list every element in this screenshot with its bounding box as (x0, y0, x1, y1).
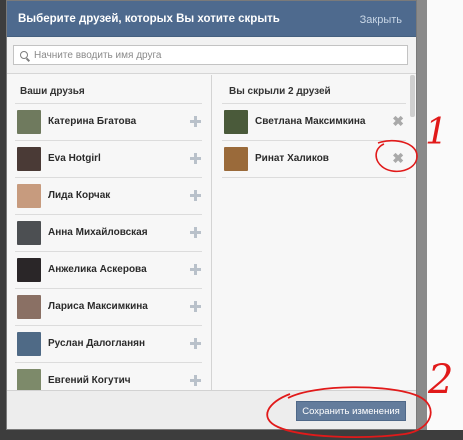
scrollbar[interactable] (410, 75, 415, 117)
friend-row[interactable]: Лариса Максимкина (15, 289, 202, 326)
avatar (17, 369, 41, 391)
add-plus-icon[interactable] (190, 338, 201, 349)
friend-name: Катерина Бгатова (48, 116, 137, 127)
dialog-title: Выберите друзей, которых Вы хотите скрыт… (18, 13, 280, 25)
dialog-footer: Сохранить изменения (7, 390, 416, 429)
hidden-friend-name: Ринат Халиков (255, 153, 329, 164)
avatar (224, 147, 248, 171)
add-plus-icon[interactable] (190, 375, 201, 386)
search-input[interactable]: Начните вводить имя друга (13, 45, 408, 65)
friend-row[interactable]: Лида Корчак (15, 178, 202, 215)
add-plus-icon[interactable] (190, 301, 201, 312)
hidden-friend-row[interactable]: Ринат Халиков ✖ (222, 141, 406, 178)
add-plus-icon[interactable] (190, 190, 201, 201)
page-backdrop-bottom (0, 430, 463, 440)
hidden-friend-name: Светлана Максимкина (255, 116, 366, 127)
hidden-heading: Вы скрыли 2 друзей (229, 86, 331, 97)
friend-name: Анна Михайловская (48, 227, 148, 238)
search-placeholder: Начните вводить имя друга (34, 50, 162, 61)
save-changes-button[interactable]: Сохранить изменения (296, 401, 406, 421)
avatar (17, 221, 41, 245)
friends-list: Катерина Бгатова Eva Hotgirl Лида Корчак Ан… (15, 103, 202, 391)
avatar (17, 147, 41, 171)
hidden-friends-column: Вы скрыли 2 друзей Светлана Максимкина ✖ Р… (213, 75, 416, 391)
avatar (17, 258, 41, 282)
dialog-header: Выберите друзей, которых Вы хотите скрыт… (7, 1, 416, 37)
avatar (17, 110, 41, 134)
friend-name: Лариса Максимкина (48, 301, 148, 312)
friend-name: Eva Hotgirl (48, 153, 101, 164)
friend-row[interactable]: Анна Михайловская (15, 215, 202, 252)
remove-x-icon[interactable]: ✖ (392, 114, 404, 128)
friend-name: Анжелика Аскерова (48, 264, 147, 275)
search-bar: Начните вводить имя друга (7, 37, 416, 74)
friend-name: Евгений Когутич (48, 375, 131, 386)
add-plus-icon[interactable] (190, 227, 201, 238)
friend-row[interactable]: Анжелика Аскерова (15, 252, 202, 289)
hide-friends-dialog: Выберите друзей, которых Вы хотите скрыт… (6, 0, 417, 430)
friends-heading: Ваши друзья (20, 86, 85, 97)
add-plus-icon[interactable] (190, 116, 201, 127)
add-plus-icon[interactable] (190, 153, 201, 164)
avatar (224, 110, 248, 134)
friend-name: Руслан Далогланян (48, 338, 146, 349)
friend-name: Лида Корчак (48, 190, 111, 201)
search-icon (20, 51, 28, 59)
friend-row[interactable]: Катерина Бгатова (15, 104, 202, 141)
remove-x-icon[interactable]: ✖ (392, 151, 404, 165)
avatar (17, 184, 41, 208)
friend-row[interactable]: Eva Hotgirl (15, 141, 202, 178)
page-backdrop-shadow (417, 0, 427, 440)
friend-row[interactable]: Евгений Когутич (15, 363, 202, 391)
friend-row[interactable]: Руслан Далогланян (15, 326, 202, 363)
add-plus-icon[interactable] (190, 264, 201, 275)
friends-column: Ваши друзья Катерина Бгатова Eva Hotgirl Л… (7, 75, 212, 391)
hidden-friends-list: Светлана Максимкина ✖ Ринат Халиков ✖ (222, 103, 406, 178)
close-link[interactable]: Закрыть (360, 14, 402, 26)
avatar (17, 332, 41, 356)
hidden-friend-row[interactable]: Светлана Максимкина ✖ (222, 104, 406, 141)
avatar (17, 295, 41, 319)
